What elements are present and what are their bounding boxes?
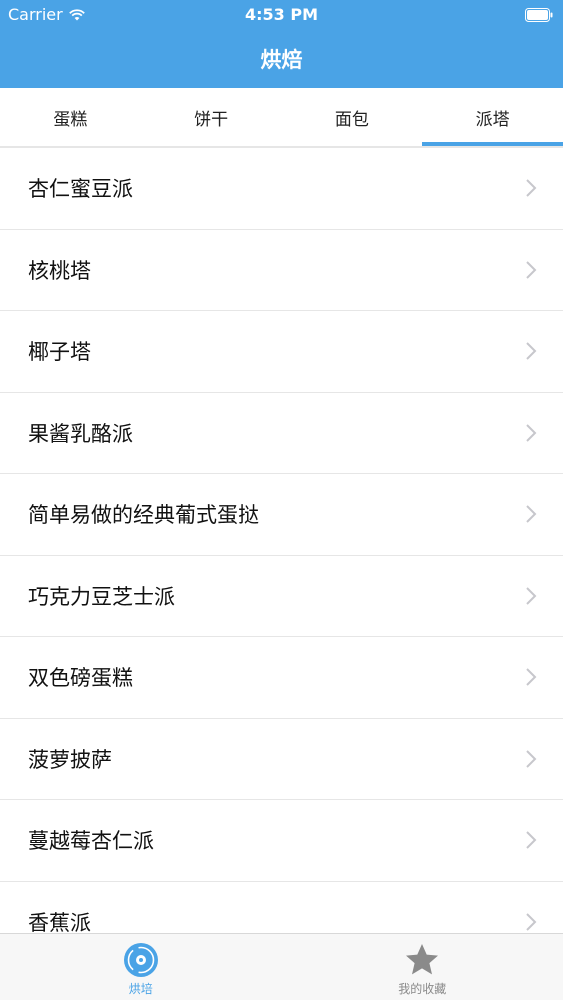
chevron-right-icon [526,913,537,931]
header: Carrier 4:53 PM 烘焙 [0,0,563,88]
chevron-right-icon [526,831,537,849]
list-item[interactable]: 蔓越莓杏仁派 [0,800,563,882]
chevron-right-icon [526,587,537,605]
chevron-right-icon [526,261,537,279]
list-item-label: 巧克力豆芝士派 [28,584,175,609]
list-item-label: 双色磅蛋糕 [28,666,133,691]
page-title: 烘焙 [260,48,303,72]
list-item[interactable]: 双色磅蛋糕 [0,637,563,719]
list-item-label: 菠萝披萨 [28,747,112,772]
screen: Carrier 4:53 PM 烘焙 蛋糕 饼干 面包 派塔 杏仁蜜豆派 核桃塔… [0,0,563,1000]
tabbar-label: 烘培 [128,982,153,996]
list-item[interactable]: 杏仁蜜豆派 [0,148,563,230]
tab-pie-tart[interactable]: 派塔 [422,88,563,146]
tab-cookies[interactable]: 饼干 [141,88,282,146]
list-item[interactable]: 椰子塔 [0,311,563,393]
tabbar-item-baking[interactable]: 烘培 [0,934,282,1000]
recipe-list: 杏仁蜜豆派 核桃塔 椰子塔 果酱乳酪派 简单易做的经典葡式蛋挞 巧克力豆芝士派 … [0,147,563,934]
status-time: 4:53 PM [244,5,318,24]
chevron-right-icon [526,424,537,442]
chevron-right-icon [526,179,537,197]
list-item-label: 杏仁蜜豆派 [28,177,133,202]
tab-bread[interactable]: 面包 [282,88,423,146]
list-item[interactable]: 菠萝披萨 [0,719,563,800]
list-item-label: 果酱乳酪派 [28,421,133,446]
chevron-right-icon [526,505,537,523]
chevron-right-icon [526,668,537,686]
list-item-label: 椰子塔 [28,340,91,365]
list-item-label: 核桃塔 [28,258,91,283]
bottom-tab-bar: 烘培 我的收藏 [0,933,563,1000]
list-item-label: 香蕉派 [28,910,91,934]
chevron-right-icon [526,342,537,360]
list-item[interactable]: 巧克力豆芝士派 [0,556,563,637]
status-bar: Carrier 4:53 PM [0,0,563,28]
tabbar-item-favorites[interactable]: 我的收藏 [282,934,563,1000]
list-item-label: 蔓越莓杏仁派 [28,829,154,854]
list-item[interactable]: 果酱乳酪派 [0,393,563,474]
star-icon [406,944,439,975]
battery-icon [525,7,553,22]
list-item[interactable]: 香蕉派 [0,882,563,934]
chevron-right-icon [526,750,537,768]
list-item-label: 简单易做的经典葡式蛋挞 [28,503,259,528]
list-item[interactable]: 简单易做的经典葡式蛋挞 [0,474,563,556]
disc-icon [123,943,158,977]
tabbar-label: 我的收藏 [398,982,447,996]
list-item[interactable]: 核桃塔 [0,230,563,311]
tab-cake[interactable]: 蛋糕 [0,88,141,146]
category-tabs: 蛋糕 饼干 面包 派塔 [0,88,563,147]
